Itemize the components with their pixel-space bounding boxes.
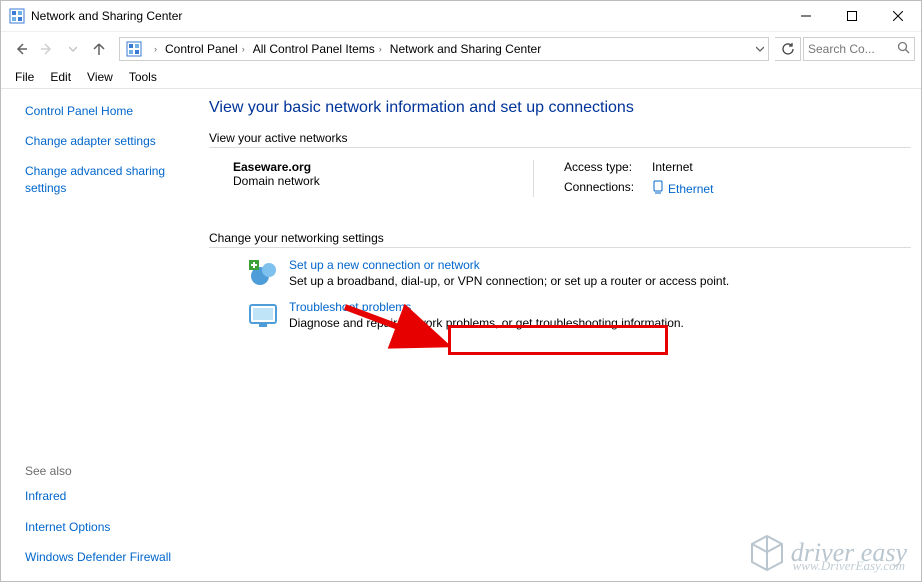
option-desc: Diagnose and repair network problems, or… [289, 316, 684, 330]
active-networks-section: View your active networks Easeware.org D… [209, 131, 911, 197]
back-button[interactable] [9, 37, 33, 61]
breadcrumb-label: All Control Panel Items [253, 42, 375, 56]
address-bar[interactable]: › Control Panel› All Control Panel Items… [119, 37, 769, 61]
option-title: Troubleshoot problems [289, 300, 684, 314]
connection-value: Ethernet [668, 182, 713, 196]
connections-label: Connections: [564, 180, 634, 197]
ethernet-icon [652, 180, 664, 197]
main-pane: View your basic network information and … [201, 89, 921, 581]
troubleshoot-icon [247, 300, 279, 332]
breadcrumb-label: Control Panel [165, 42, 238, 56]
address-icon [124, 39, 144, 59]
titlebar: Network and Sharing Center [1, 1, 921, 31]
page-heading: View your basic network information and … [209, 99, 911, 117]
maximize-button[interactable] [829, 1, 875, 31]
breadcrumb-item[interactable]: Network and Sharing Center [388, 38, 543, 60]
breadcrumb-item[interactable]: All Control Panel Items› [251, 38, 388, 60]
window-frame: Network and Sharing Center › Control Pan… [0, 0, 922, 582]
app-icon [9, 8, 25, 24]
breadcrumb-label: Network and Sharing Center [390, 42, 541, 56]
sidebar: Control Panel Home Change adapter settin… [1, 89, 201, 581]
address-expand-dropdown[interactable] [756, 45, 768, 53]
watermark-url: www.DriverEasy.com [793, 558, 905, 574]
sidebar-link-advanced[interactable]: Change advanced sharing settings [25, 163, 189, 195]
option-troubleshoot[interactable]: Troubleshoot problems Diagnose and repai… [247, 300, 911, 332]
forward-button[interactable] [35, 37, 59, 61]
sidebar-link-inetopt[interactable]: Internet Options [25, 519, 189, 535]
search-input[interactable]: Search Co... [803, 37, 915, 61]
option-setup-connection[interactable]: Set up a new connection or network Set u… [247, 258, 911, 290]
menubar: File Edit View Tools [1, 66, 921, 89]
body: Control Panel Home Change adapter settin… [1, 89, 921, 581]
navbar: › Control Panel› All Control Panel Items… [1, 31, 921, 66]
refresh-button[interactable] [775, 37, 801, 61]
menu-edit[interactable]: Edit [42, 68, 79, 86]
cube-icon [749, 533, 785, 573]
up-button[interactable] [87, 37, 111, 61]
close-button[interactable] [875, 1, 921, 31]
access-type-value: Internet [652, 160, 713, 174]
seealso-label: See also [25, 464, 189, 478]
minimize-button[interactable] [783, 1, 829, 31]
option-title: Set up a new connection or network [289, 258, 729, 272]
sidebar-link-home[interactable]: Control Panel Home [25, 103, 189, 119]
search-icon [897, 41, 910, 57]
section-label: Change your networking settings [209, 231, 384, 245]
window-title: Network and Sharing Center [31, 9, 182, 23]
breadcrumb-item[interactable]: Control Panel› [163, 38, 251, 60]
change-settings-section: Change your networking settings Set up a… [209, 231, 911, 332]
menu-tools[interactable]: Tools [121, 68, 165, 86]
section-label: View your active networks [209, 131, 348, 145]
access-type-label: Access type: [564, 160, 634, 174]
network-type: Domain network [233, 174, 533, 188]
sidebar-link-firewall[interactable]: Windows Defender Firewall [25, 549, 189, 565]
sidebar-link-infrared[interactable]: Infrared [25, 488, 189, 504]
option-desc: Set up a broadband, dial-up, or VPN conn… [289, 274, 729, 288]
search-placeholder: Search Co... [808, 42, 897, 56]
recent-dropdown[interactable] [61, 37, 85, 61]
breadcrumb-root-chevron[interactable]: › [148, 38, 163, 60]
setup-connection-icon [247, 258, 279, 290]
menu-file[interactable]: File [7, 68, 42, 86]
watermark: driver easy www.DriverEasy.com [749, 533, 907, 573]
network-name: Easeware.org [233, 160, 533, 174]
connection-link[interactable]: Ethernet [652, 180, 713, 197]
menu-view[interactable]: View [79, 68, 121, 86]
watermark-brand: driver easy [791, 538, 907, 567]
sidebar-link-adapter[interactable]: Change adapter settings [25, 133, 189, 149]
